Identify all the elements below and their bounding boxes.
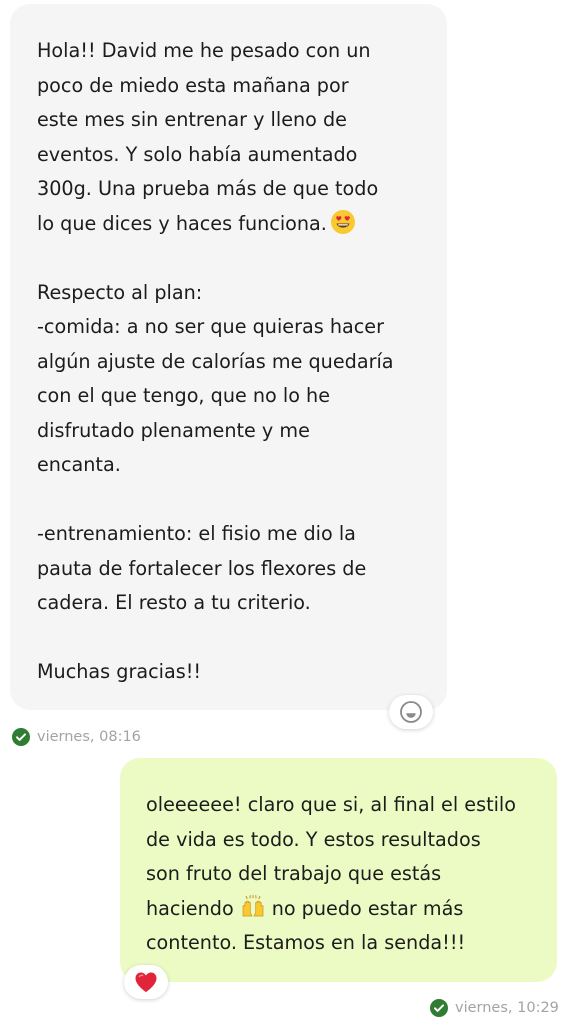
heart-reaction-badge[interactable] [124,965,168,999]
message-line-text: lo que dices y haces funciona. [37,211,327,235]
delivered-check-icon [430,999,448,1017]
red-heart-icon [135,972,157,992]
message-line: 300g. Una prueba más de que todo [37,177,379,200]
message-line-text: haciendo [146,896,234,920]
message-line: -entrenamiento: el fisio me dio la [37,522,356,545]
message-line: disfrutado plenamente y me [37,418,310,442]
message-line: Muchas gracias!! [37,660,202,683]
heart-eyes-emoji-icon [330,209,355,234]
outgoing-message-bubble[interactable]: oleeeeee! claro que si, al final el esti… [120,758,557,982]
message-line: encanta. [37,453,121,476]
message-line: contento. Estamos en la senda!!! [146,931,466,954]
message-timestamp: viernes, 08:16 [37,729,141,745]
message-line: -comida: a no ser que quieras hacer [37,315,385,338]
incoming-message-meta: viernes, 08:16 [12,728,141,746]
outgoing-message-meta: viernes, 10:29 [430,999,559,1017]
message-line: de vida es todo. Y estos resultados [146,827,481,851]
raising-hands-emoji-icon [242,894,264,916]
message-line: Hola!! David me he pesado con un [37,39,371,62]
delivered-check-icon [12,728,30,746]
message-line-with-emoji: haciendo no puedo estar más [146,892,537,927]
message-line: eventos. Y solo había aumentado [37,142,358,166]
message-line: Respecto al plan: [37,280,203,304]
add-reaction-button[interactable] [389,695,433,729]
incoming-message-bubble[interactable]: Hola!! David me he pesado con un poco de… [10,4,447,710]
message-line: cadera. El resto a tu criterio. [37,591,311,614]
message-line: oleeeeee! claro que si, al final el esti… [146,793,516,816]
message-line: este mes sin entrenar y lleno de [37,108,347,131]
message-line-text: no puedo estar más [271,896,464,920]
message-line: pauta de fortalecer los flexores de [37,556,367,580]
message-line: con el que tengo, que no lo he [37,384,331,407]
message-line-with-emoji: lo que dices y haces funciona. [37,207,427,242]
message-line: son fruto del trabajo que estás [146,862,442,885]
add-reaction-smiley-icon [400,701,422,723]
message-line: algún ajuste de calorías me quedaría [37,349,394,373]
message-line: poco de miedo esta mañana por [37,73,349,97]
message-timestamp: viernes, 10:29 [455,1000,559,1016]
